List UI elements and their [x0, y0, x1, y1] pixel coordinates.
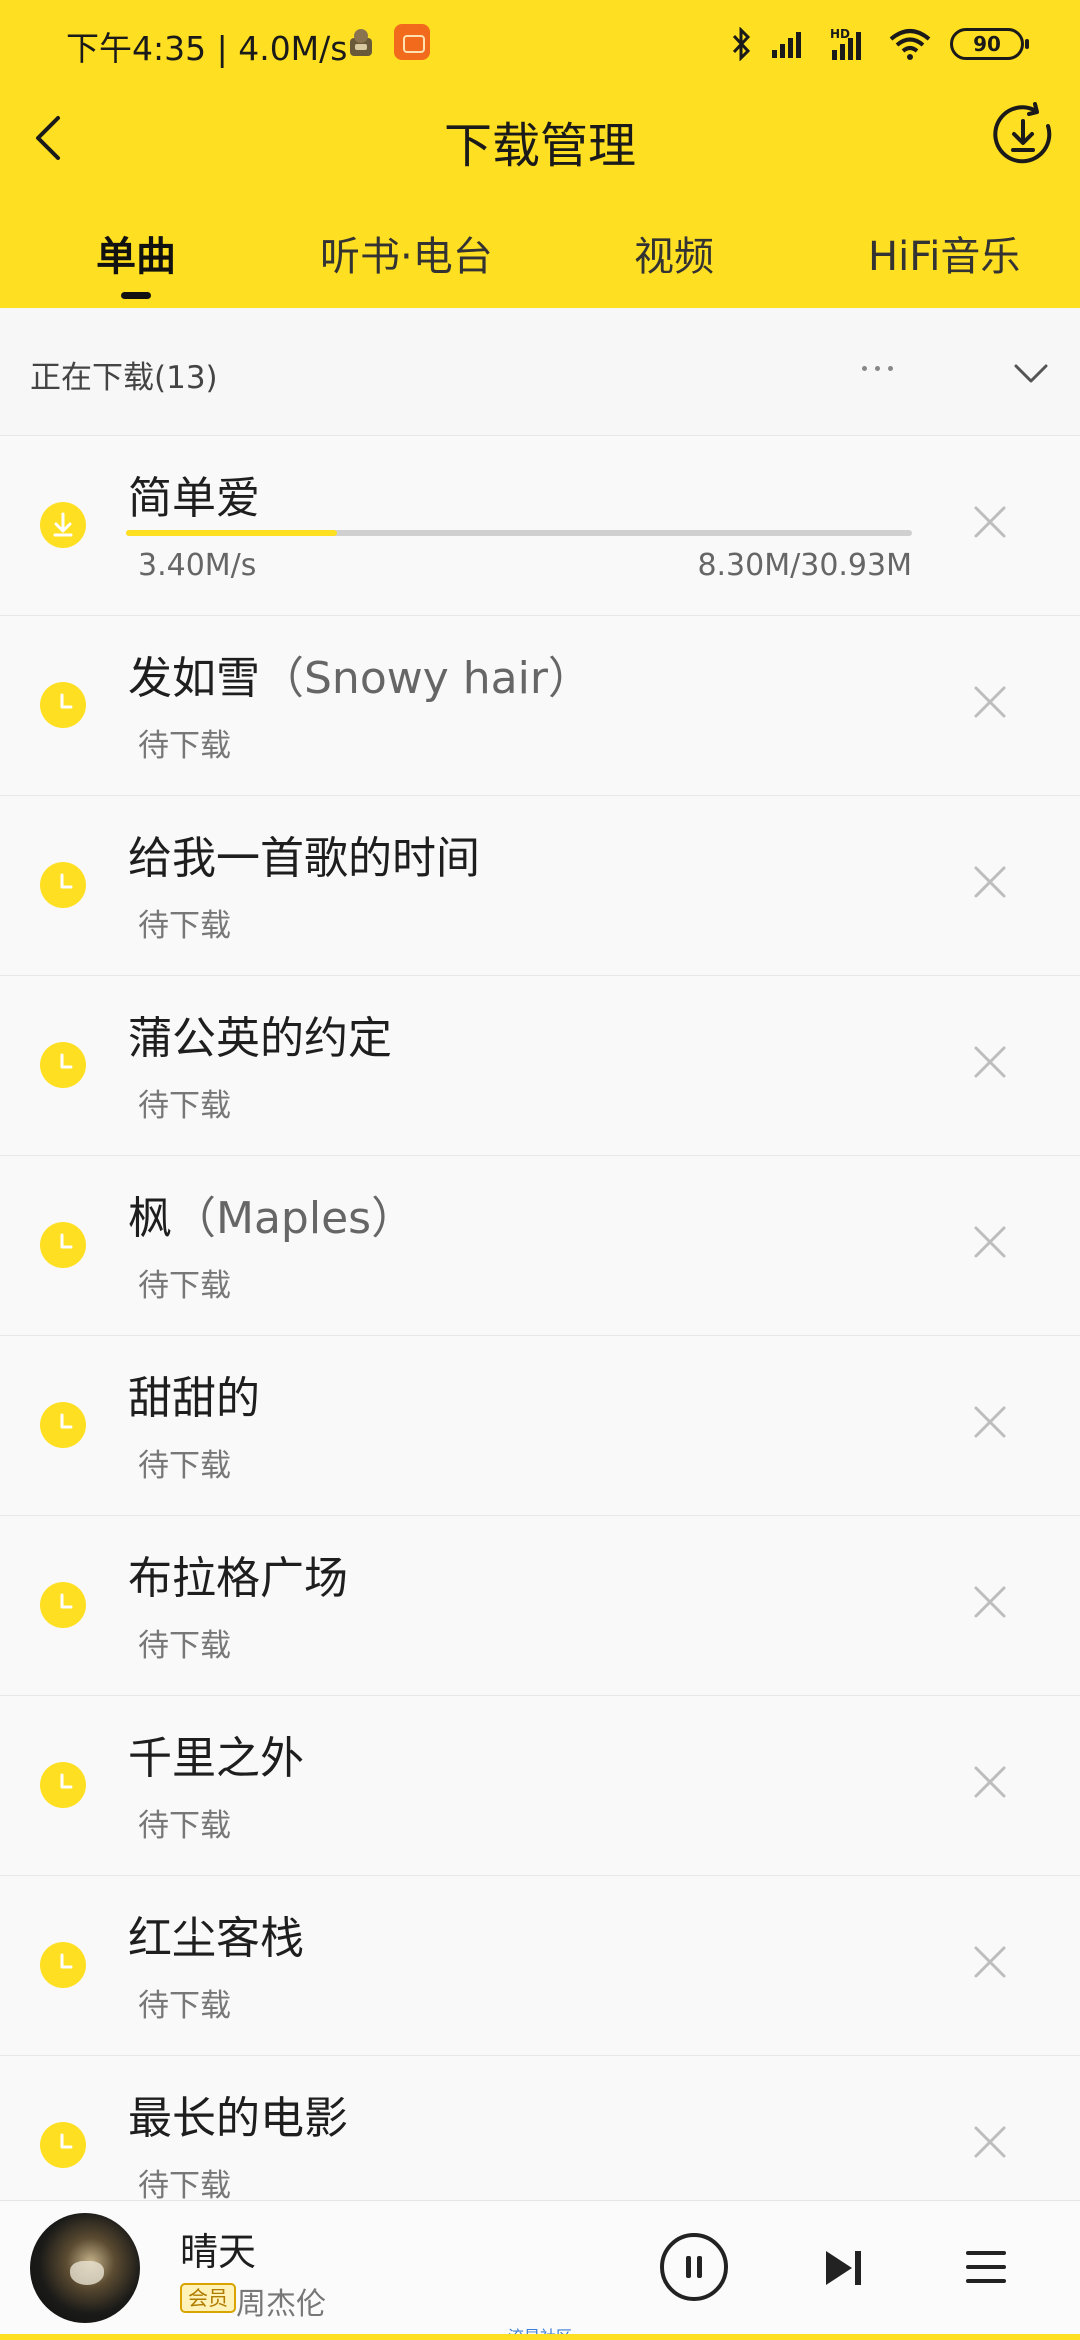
song-title: 给我一首歌的时间 [128, 822, 480, 886]
tab-hifi-music[interactable]: HiFi音乐 [868, 224, 1020, 282]
download-refresh-icon[interactable] [988, 100, 1058, 170]
song-title: 最长的电影 [128, 2082, 348, 2146]
vip-badge: 会员 [180, 2283, 236, 2313]
next-track-icon[interactable] [820, 2245, 866, 2291]
song-title: 千里之外 [128, 1722, 304, 1786]
song-title: 蒲公英的约定 [128, 1002, 392, 1066]
download-speed: 3.40M/s [138, 548, 257, 583]
list-item[interactable]: 蒲公英的约定待下载 [0, 976, 1080, 1156]
page-title: 下载管理 [443, 118, 636, 174]
close-icon[interactable] [966, 1038, 1014, 1086]
close-icon[interactable] [966, 1398, 1014, 1446]
download-status: 待下载 [138, 908, 231, 944]
chevron-down-icon[interactable] [1006, 348, 1056, 398]
nav-bar: 下载管理 [0, 88, 1080, 188]
close-icon[interactable] [966, 678, 1014, 726]
song-title-main: 给我一首歌的时间 [128, 833, 480, 884]
more-options-icon[interactable] [856, 348, 900, 384]
download-status: 待下载 [138, 728, 231, 764]
tab-audiobooks-radio[interactable]: 听书·电台 [320, 224, 493, 282]
clock-icon [40, 2122, 86, 2168]
song-title-main: 枫 [128, 1193, 172, 1244]
clock-icon [40, 1222, 86, 1268]
clock-icon [40, 1042, 86, 1088]
download-size: 8.30M/30.93M [697, 548, 912, 583]
download-status: 待下载 [138, 1988, 231, 2024]
song-title: 甜甜的 [128, 1362, 260, 1426]
signal-hd-icon: HD [830, 27, 861, 60]
list-item[interactable]: 千里之外待下载 [0, 1696, 1080, 1876]
download-status: 待下载 [138, 1808, 231, 1844]
song-title-subtitle: （Maples） [172, 1193, 416, 1244]
app-notification-icon [394, 24, 430, 60]
wifi-icon [889, 29, 931, 60]
song-title: 枫（Maples） [128, 1182, 415, 1246]
bottom-strip [0, 2334, 1080, 2340]
album-cover[interactable] [30, 2213, 140, 2323]
close-icon[interactable] [966, 2118, 1014, 2166]
song-title-main: 发如雪 [128, 653, 260, 704]
clock-icon [40, 1942, 86, 1988]
battery-level: 90 [973, 32, 1001, 56]
downloading-icon [40, 502, 86, 548]
song-title-subtitle: （Snowy hair） [260, 653, 592, 704]
now-playing-artist: 周杰伦 [236, 2287, 326, 2322]
list-item[interactable]: 枫（Maples） 待下载 [0, 1156, 1080, 1336]
bluetooth-icon [732, 27, 751, 61]
clock-icon [40, 1582, 86, 1628]
status-time: 下午4:35 | 4.0M/s [66, 29, 348, 68]
close-icon[interactable] [966, 858, 1014, 906]
tab-singles[interactable]: 单曲 [96, 224, 176, 282]
close-icon[interactable] [966, 1218, 1014, 1266]
song-title-main: 布拉格广场 [128, 1553, 348, 1604]
close-icon[interactable] [966, 498, 1014, 546]
status-icons: HD 90 [730, 24, 1029, 64]
download-status: 待下载 [138, 1088, 231, 1124]
close-icon[interactable] [966, 1578, 1014, 1626]
song-title-main: 最长的电影 [128, 2093, 348, 2144]
download-progress-fill [126, 530, 337, 536]
tab-bar: 单曲 听书·电台 视频 HiFi音乐 [0, 206, 1080, 306]
song-title-main: 甜甜的 [128, 1373, 260, 1424]
back-button[interactable] [18, 104, 86, 172]
song-title: 发如雪（Snowy hair） [128, 642, 592, 706]
clock-icon [40, 862, 86, 908]
clock-icon [40, 1402, 86, 1448]
song-title: 简单爱 [128, 473, 260, 524]
song-title-main: 千里之外 [128, 1733, 304, 1784]
close-icon[interactable] [966, 1938, 1014, 1986]
battery-indicator: 90 [950, 28, 1029, 60]
song-title: 布拉格广场 [128, 1542, 348, 1606]
tab-videos[interactable]: 视频 [634, 224, 714, 282]
download-status: 待下载 [138, 1268, 231, 1304]
mini-player[interactable]: 晴天 会员 周杰伦 流星社区 [0, 2200, 1080, 2340]
song-title-main: 蒲公英的约定 [128, 1013, 392, 1064]
close-icon[interactable] [966, 1758, 1014, 1806]
status-bar: 下午4:35 | 4.0M/s HD 90 [0, 0, 1080, 88]
header: 下午4:35 | 4.0M/s HD 90 下载管理 单曲 听书·电台 视频 H… [0, 0, 1080, 308]
download-status: 待下载 [138, 1628, 231, 1664]
list-item[interactable]: 红尘客栈待下载 [0, 1876, 1080, 2056]
clock-icon [40, 682, 86, 728]
list-item[interactable]: 布拉格广场待下载 [0, 1516, 1080, 1696]
section-title: 正在下载(13) [30, 360, 218, 396]
clock-icon [40, 1762, 86, 1808]
playlist-icon[interactable] [964, 2245, 1008, 2289]
svg-text:HD: HD [830, 27, 850, 41]
list-item[interactable]: 发如雪（Snowy hair） 待下载 [0, 616, 1080, 796]
app-notification-icon [350, 29, 372, 56]
downloading-section-header: 正在下载(13) [0, 308, 1080, 436]
tab-active-indicator [121, 292, 151, 299]
list-item-downloading[interactable]: 简单爱 3.40M/s 8.30M/30.93M [0, 436, 1080, 616]
download-status: 待下载 [138, 1448, 231, 1484]
pause-button[interactable] [660, 2233, 728, 2301]
signal-icon [772, 32, 801, 58]
list-item[interactable]: 给我一首歌的时间待下载 [0, 796, 1080, 976]
download-status: 待下载 [138, 2168, 231, 2204]
list-item[interactable]: 甜甜的待下载 [0, 1336, 1080, 1516]
now-playing-title: 晴天 [180, 2230, 257, 2274]
song-title: 红尘客栈 [128, 1902, 304, 1966]
song-title-main: 红尘客栈 [128, 1913, 304, 1964]
download-progress-bar [126, 530, 912, 536]
